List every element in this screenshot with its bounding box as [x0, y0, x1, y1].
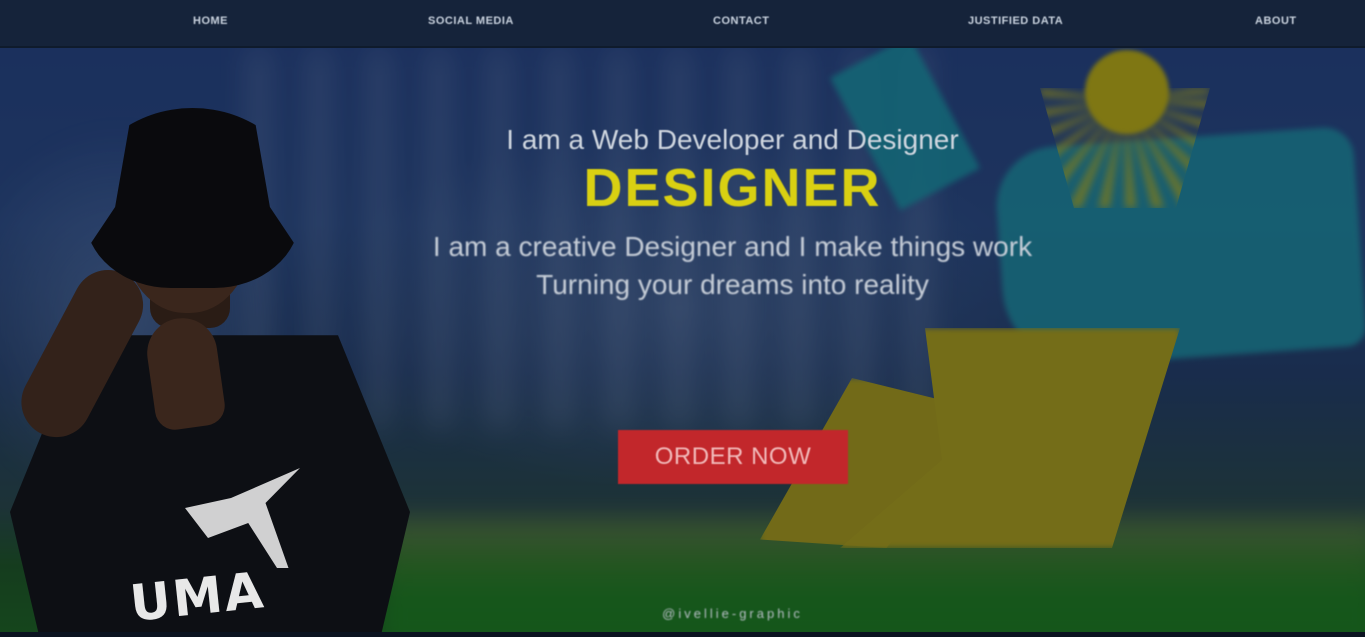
- nav-item-contact[interactable]: CONTACT: [713, 15, 769, 27]
- hero-title: DESIGNER: [583, 158, 882, 218]
- hero-text-block: I am a Web Developer and Designer DESIGN…: [370, 120, 1095, 304]
- bottom-bar: [0, 632, 1365, 637]
- top-nav: HOME SOCIAL MEDIA CONTACT JUSTIFIED DATA…: [0, 0, 1365, 48]
- hero-description-line-2: Turning your dreams into reality: [536, 269, 929, 300]
- order-now-button[interactable]: ORDER NOW: [618, 430, 848, 484]
- credit-handle: @ivellie-graphic: [662, 606, 803, 621]
- hero-tagline: I am a Web Developer and Designer: [506, 124, 959, 155]
- nav-item-about[interactable]: ABOUT: [1255, 15, 1297, 27]
- nav-item-social-media[interactable]: SOCIAL MEDIA: [428, 15, 514, 27]
- hero-description-line-1: I am a creative Designer and I make thin…: [432, 231, 1033, 262]
- hero-description: I am a creative Designer and I make thin…: [370, 228, 1095, 304]
- nav-item-justified-data[interactable]: JUSTIFIED DATA: [968, 15, 1063, 27]
- nav-item-home[interactable]: HOME: [193, 15, 228, 27]
